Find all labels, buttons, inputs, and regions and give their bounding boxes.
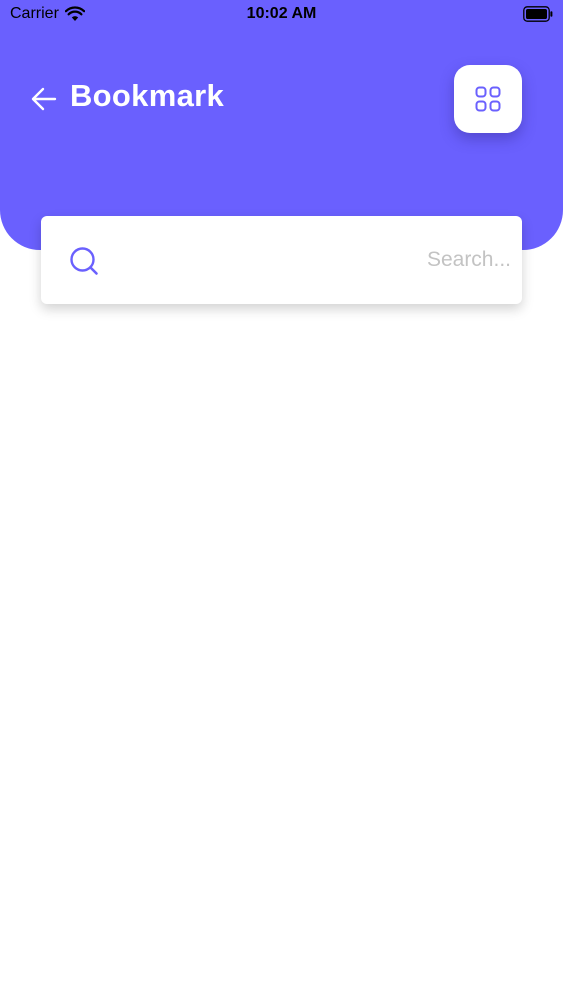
page-title: Bookmark bbox=[70, 78, 225, 113]
battery-icon bbox=[523, 6, 553, 22]
layout-toggle-button[interactable] bbox=[454, 65, 522, 133]
search-icon[interactable] bbox=[69, 246, 99, 276]
status-bar: Carrier 10:02 AM bbox=[0, 0, 563, 30]
search-input[interactable] bbox=[121, 240, 511, 280]
arrow-left-icon bbox=[31, 87, 57, 111]
status-time: 10:02 AM bbox=[246, 5, 317, 22]
search-bar bbox=[41, 216, 522, 304]
back-button[interactable] bbox=[29, 84, 59, 114]
header: Carrier 10:02 AM Bookmark bbox=[0, 0, 563, 250]
grid-icon bbox=[475, 86, 501, 112]
